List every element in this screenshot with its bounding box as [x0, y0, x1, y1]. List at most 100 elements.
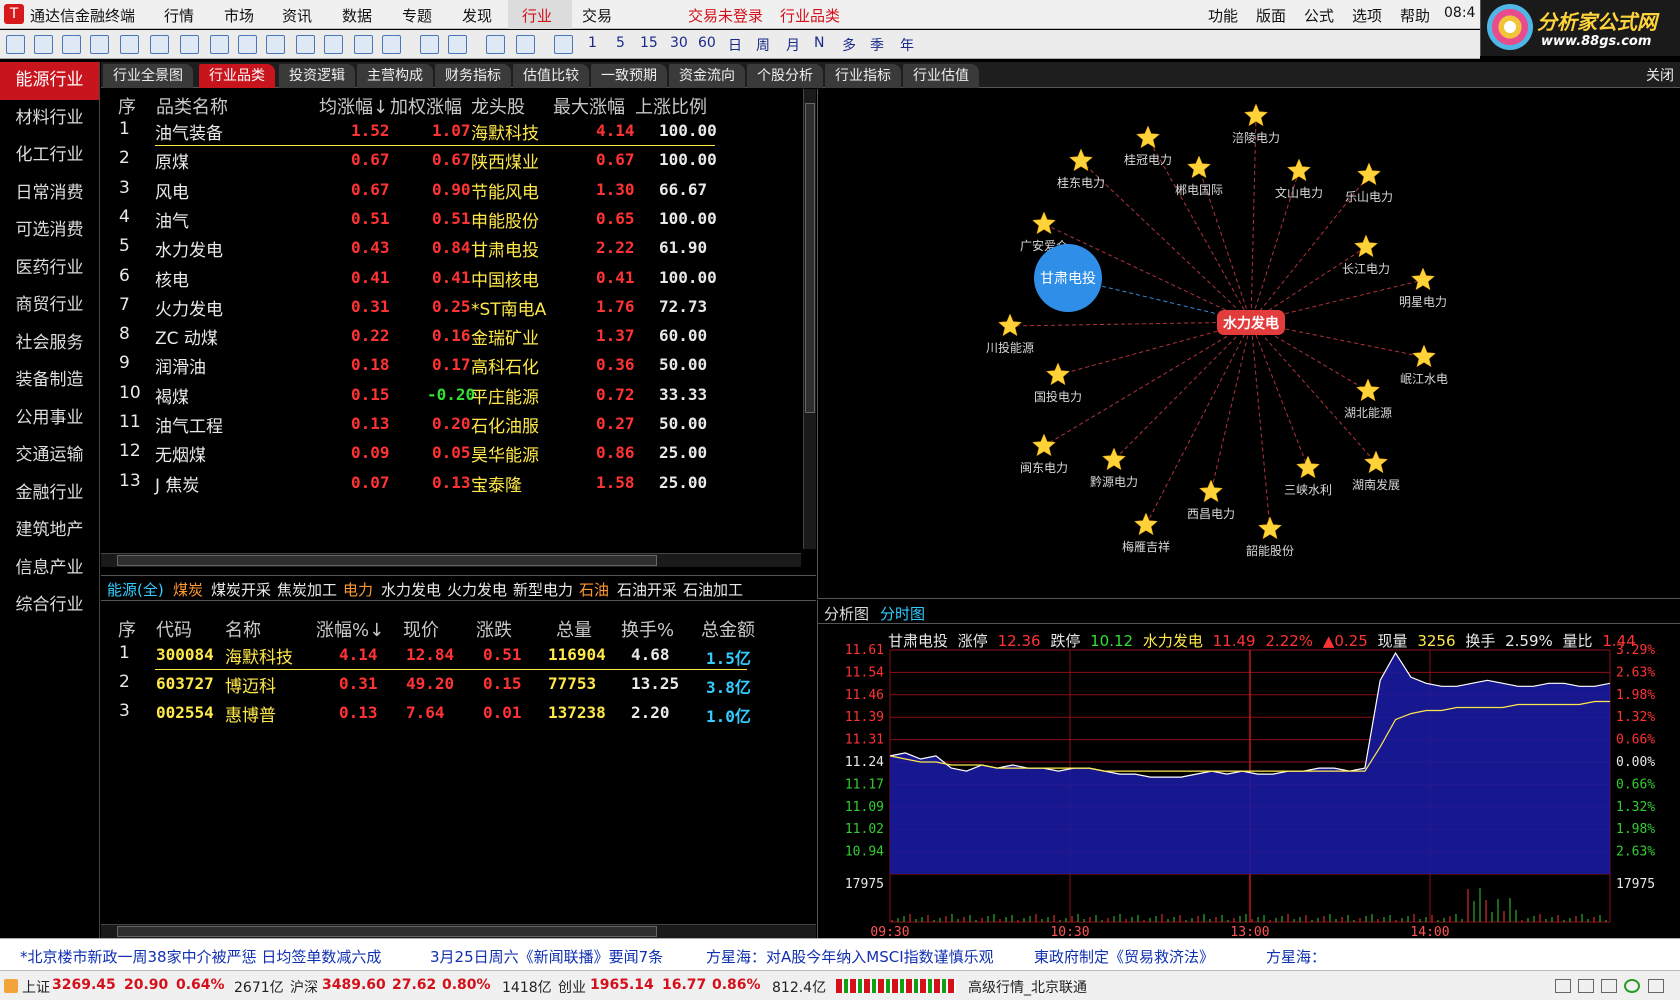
graph-node[interactable]: 梅雁吉祥 [1122, 512, 1170, 554]
sidebar-item-finance[interactable]: 金融行业 [0, 475, 99, 513]
fiz-icon[interactable] [324, 35, 343, 54]
subtab-coke-processing[interactable]: 焦炭加工 [277, 579, 337, 600]
graph-node[interactable]: 长江电力 [1342, 234, 1390, 276]
zoom-icon[interactable] [354, 35, 373, 54]
lower-horizontal-scrollbar[interactable] [101, 924, 816, 938]
graph-highlight-node[interactable]: 甘肃电投 [1034, 244, 1102, 312]
menu-data[interactable]: 数据 [342, 5, 372, 26]
tab-industry-categories[interactable]: 行业品类 [199, 64, 275, 88]
f10-icon[interactable] [238, 35, 257, 54]
graph-node[interactable]: 湖南发展 [1352, 450, 1400, 492]
sidebar-item-chemicals[interactable]: 化工行业 [0, 137, 99, 175]
tab-industry-indicators[interactable]: 行业指标 [825, 64, 901, 88]
subtab-hydro[interactable]: 水力发电 [381, 579, 441, 600]
category-row[interactable]: 7 火力发电 0.31 0.25 *ST南电A 1.76 72.73 [101, 291, 761, 322]
window-icon[interactable] [1555, 979, 1571, 993]
lower-horizontal-scroll-thumb[interactable] [117, 926, 657, 937]
category-row[interactable]: 8 ZC 动煤 0.22 0.16 金瑞矿业 1.37 60.00 [101, 320, 761, 351]
sidebar-item-transport[interactable]: 交通运输 [0, 437, 99, 475]
tab-industry-overview[interactable]: 行业全景图 [103, 64, 193, 88]
menu-quotes[interactable]: 行情 [164, 5, 194, 26]
graph-node[interactable]: 西昌电力 [1187, 479, 1235, 521]
sidebar-item-utilities[interactable]: 公用事业 [0, 400, 99, 438]
tab-industry-valuation[interactable]: 行业估值 [903, 64, 979, 88]
sidebar-item-energy[interactable]: 能源行业 [0, 62, 99, 100]
menu-topics[interactable]: 专题 [402, 5, 432, 26]
subtab-new-power[interactable]: 新型电力 [513, 579, 573, 600]
vertical-scroll-thumb[interactable] [805, 103, 815, 413]
sidebar-item-staples[interactable]: 日常消费 [0, 175, 99, 213]
graph-node[interactable]: 桂冠电力 [1124, 125, 1172, 167]
news-item[interactable]: *北京楼市新政一周38家中介被严惩 日均签单数减六成 [20, 946, 381, 967]
subtab-oil-processing[interactable]: 石油加工 [683, 579, 743, 600]
menu-function[interactable]: 功能 [1208, 5, 1238, 26]
refresh-icon[interactable] [554, 35, 573, 54]
tab-valuation-compare[interactable]: 估值比较 [513, 64, 589, 88]
category-row[interactable]: 13 J 焦炭 0.07 0.13 宝泰隆 1.58 25.00 [101, 467, 761, 498]
graph-node[interactable]: 韶能股份 [1246, 516, 1294, 558]
tab-stock-analysis[interactable]: 个股分析 [747, 64, 823, 88]
menu-discover[interactable]: 发现 [462, 5, 492, 26]
clock-icon[interactable] [382, 35, 401, 54]
category-row[interactable]: 6 核电 0.41 0.41 中国核电 0.41 100.00 [101, 262, 761, 293]
tab-analysis-chart[interactable]: 分析图 [824, 603, 869, 624]
graph-node[interactable]: 岷江水电 [1400, 344, 1448, 386]
news-item[interactable]: 東政府制定《贸易救济法》 [1034, 946, 1214, 967]
sidebar-item-pharma[interactable]: 医药行业 [0, 250, 99, 288]
category-row[interactable]: 11 油气工程 0.13 0.20 石化油服 0.27 50.00 [101, 408, 761, 439]
menu-layout[interactable]: 版面 [1256, 5, 1286, 26]
category-row[interactable]: 9 润滑油 0.18 0.17 高科石化 0.36 50.00 [101, 349, 761, 380]
period-season[interactable]: 季 [870, 35, 884, 55]
graph-node[interactable]: 乐山电力 [1345, 162, 1393, 204]
period-15min[interactable]: 15 [640, 35, 658, 51]
subtab-coal-mining[interactable]: 煤炭开采 [211, 579, 271, 600]
sidebar-item-discretionary[interactable]: 可选消费 [0, 212, 99, 250]
menu-news[interactable]: 资讯 [282, 5, 312, 26]
graph-node[interactable]: 川投能源 [986, 313, 1034, 355]
back-icon[interactable] [6, 35, 25, 54]
period-month[interactable]: 月 [786, 35, 800, 55]
menu-market[interactable]: 市场 [224, 5, 254, 26]
category-row[interactable]: 5 水力发电 0.43 0.84 甘肃电投 2.22 61.90 [101, 232, 761, 263]
watchlist-icon[interactable] [420, 35, 439, 54]
sidebar-item-materials[interactable]: 材料行业 [0, 100, 99, 138]
up-icon[interactable] [34, 35, 53, 54]
pencil-icon[interactable] [516, 35, 535, 54]
people-icon[interactable] [448, 35, 467, 54]
connection-icon[interactable] [1624, 979, 1640, 993]
layout-icon[interactable] [1578, 979, 1594, 993]
finance-icon[interactable] [296, 35, 315, 54]
graph-node[interactable]: 国投电力 [1034, 362, 1082, 404]
period-multi[interactable]: 多 [842, 35, 856, 55]
stock-row[interactable]: 3 002554 惠博普 0.13 7.64 0.01 137238 2.20 1.0亿 [101, 697, 801, 728]
tab-business-structure[interactable]: 主营构成 [357, 64, 433, 88]
tab-consensus[interactable]: 一致预期 [591, 64, 667, 88]
period-1min[interactable]: 1 [588, 35, 597, 51]
graph-node[interactable]: 闽东电力 [1020, 433, 1068, 475]
menu-trade[interactable]: 交易 [582, 5, 612, 26]
sidebar-item-services[interactable]: 社会服务 [0, 325, 99, 363]
login-status[interactable]: 交易未登录 [688, 5, 763, 26]
period-n[interactable]: N [814, 35, 824, 51]
alert-icon[interactable] [4, 979, 18, 993]
period-day[interactable]: 日 [728, 35, 742, 55]
down-icon[interactable] [62, 35, 81, 54]
sidebar-item-equipment[interactable]: 装备制造 [0, 362, 99, 400]
menu-industry[interactable]: 行业 [522, 5, 552, 26]
grid-icon[interactable] [120, 35, 139, 54]
menu-help[interactable]: 帮助 [1400, 5, 1430, 26]
category-row[interactable]: 4 油气 0.51 0.51 申能股份 0.65 100.00 [101, 203, 761, 234]
report-icon[interactable] [90, 35, 109, 54]
category-row[interactable]: 2 原煤 0.67 0.67 陕西煤业 0.67 100.00 [101, 144, 761, 175]
sidebar-item-it[interactable]: 信息产业 [0, 550, 99, 588]
graph-center-node[interactable]: 水力发电 [1217, 310, 1285, 335]
sidebar-item-commerce[interactable]: 商贸行业 [0, 287, 99, 325]
subtab-oil[interactable]: 石油 [579, 579, 609, 600]
subtab-energy-all[interactable]: 能源(全) [107, 579, 164, 600]
menu-options[interactable]: 选项 [1352, 5, 1382, 26]
kline-icon[interactable] [180, 35, 199, 54]
period-week[interactable]: 周 [756, 35, 770, 55]
menu-formula[interactable]: 公式 [1304, 5, 1334, 26]
horizontal-scroll-thumb[interactable] [117, 555, 657, 566]
vertical-scrollbar[interactable] [803, 89, 816, 549]
